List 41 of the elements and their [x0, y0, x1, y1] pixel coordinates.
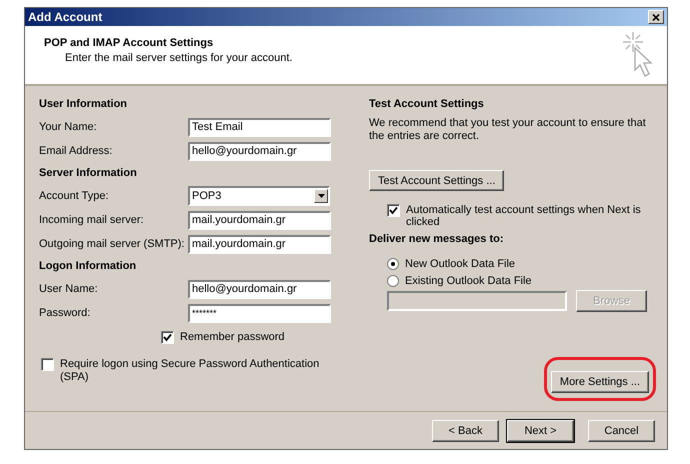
radio-label: Existing Outlook Data File — [405, 275, 532, 287]
checkbox[interactable] — [161, 331, 174, 344]
input-field[interactable]: hello@yourdomain.gr — [188, 142, 331, 160]
radio-label: New Outlook Data File — [405, 258, 516, 270]
more-settings-button[interactable]: More Settings ... — [550, 371, 649, 393]
input-field[interactable]: mail.yourdomain.gr — [188, 210, 331, 230]
field-label: Incoming mail server: — [39, 214, 145, 226]
caret-icon — [318, 194, 324, 198]
radio-button[interactable] — [387, 258, 399, 270]
checkbox-label: Automatically test account settings when Next is clicked — [406, 204, 642, 228]
page-title: POP and IMAP Account Settings — [44, 37, 214, 49]
field-label: Email Address: — [39, 145, 114, 157]
field-label: Your Name: — [39, 121, 98, 133]
window-title: Add Account — [28, 10, 102, 24]
description-text: We recommend that you test your account to ensure that the entries are correct. — [369, 117, 647, 143]
close-button[interactable] — [648, 10, 664, 24]
password-field[interactable]: ******* — [188, 304, 331, 322]
input-field[interactable]: hello@yourdomain.gr — [188, 280, 331, 298]
section-heading: Test Account Settings — [369, 98, 485, 112]
field-label: Account Type: — [39, 190, 110, 202]
checkbox-label: Remember password — [180, 331, 285, 343]
account-type-dropdown[interactable]: POP3 — [188, 186, 330, 206]
radio-button[interactable] — [387, 275, 399, 287]
wizard-button[interactable]: Next > — [507, 420, 574, 442]
input-field[interactable]: mail.yourdomain.gr — [188, 234, 331, 254]
section-heading: Server Information — [39, 167, 138, 181]
checkbox[interactable] — [41, 358, 54, 371]
section-heading: Deliver new messages to: — [369, 233, 505, 247]
close-icon — [652, 14, 660, 20]
page-subtitle: Enter the mail server settings for your account. — [64, 52, 292, 64]
field-label: User Name: — [39, 283, 99, 295]
checkbox-label: Require logon using Secure Password Authentication (SPA) — [60, 358, 320, 384]
wizard-button[interactable]: Cancel — [588, 420, 655, 442]
test-settings-button[interactable]: Test Account Settings ... — [369, 170, 504, 191]
field-label: Password: — [39, 307, 92, 319]
section-heading: Logon Information — [39, 260, 138, 274]
wizard-button[interactable]: < Back — [432, 420, 499, 442]
checkbox[interactable] — [387, 204, 400, 217]
input-field[interactable]: Test Email — [188, 118, 331, 136]
section-heading: User Information — [39, 98, 128, 112]
field-label: Outgoing mail server (SMTP): — [39, 238, 186, 250]
